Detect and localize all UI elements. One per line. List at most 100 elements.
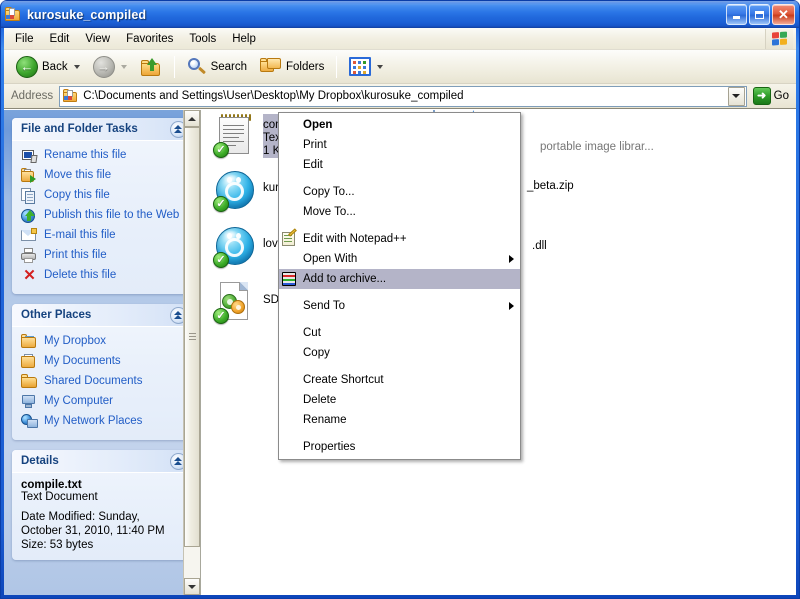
panel-file-and-folder-tasks: File and Folder Tasks Rename this file M… xyxy=(12,118,192,294)
menu-label: Create Shortcut xyxy=(303,374,384,386)
back-arrow-icon: ← xyxy=(16,55,38,78)
publish-globe-icon xyxy=(21,208,38,224)
folders-button[interactable]: Folders xyxy=(254,53,330,80)
file-item-compile-txt[interactable]: com Tex 1 KB xyxy=(213,114,288,160)
menu-file[interactable]: File xyxy=(7,30,42,48)
task-label: E-mail this file xyxy=(44,229,116,241)
context-menu-item-send-to[interactable]: Send To xyxy=(279,296,520,316)
details-body: compile.txt Text Document Date Modified:… xyxy=(12,473,192,560)
menu-help[interactable]: Help xyxy=(224,30,264,48)
scrollbar-track[interactable] xyxy=(184,127,200,578)
views-button[interactable] xyxy=(343,53,389,80)
shared-documents-icon xyxy=(21,374,38,390)
menu-label: Add to archive... xyxy=(303,273,387,285)
context-menu-item-open-with[interactable]: Open With xyxy=(279,249,520,269)
file-item-kuro[interactable]: kuro xyxy=(213,168,285,214)
close-button[interactable]: ✕ xyxy=(772,4,795,25)
forward-button[interactable]: → xyxy=(87,52,133,82)
context-menu-item-add-to-archive[interactable]: Add to archive... xyxy=(279,269,520,289)
search-button[interactable]: Search xyxy=(181,53,253,81)
details-date-modified: Date Modified: Sunday, October 31, 2010,… xyxy=(21,511,165,537)
details-size: Size: 53 bytes xyxy=(21,539,94,551)
task-print-this-file[interactable]: Print this file xyxy=(21,246,184,266)
my-documents-icon xyxy=(21,354,38,370)
panel-body: My Dropbox My Documents Shared Documents… xyxy=(12,327,192,440)
explorer-window: kurosuke_compiled ✕ File Edit View Favor… xyxy=(0,0,800,599)
go-arrow-icon: ➜ xyxy=(752,87,771,105)
text-document-icon xyxy=(213,114,257,160)
go-button[interactable]: ➜ Go xyxy=(747,87,793,105)
up-button[interactable] xyxy=(134,53,168,81)
scroll-up-icon[interactable] xyxy=(184,110,200,127)
place-my-computer[interactable]: My Computer xyxy=(21,392,184,412)
menu-icon-slot xyxy=(279,324,301,342)
views-dropdown-icon[interactable] xyxy=(377,64,384,69)
dropbox-folder-icon xyxy=(21,334,38,350)
address-label: Address xyxy=(11,90,54,102)
copy-pages-icon xyxy=(21,188,38,204)
menu-tools[interactable]: Tools xyxy=(181,30,224,48)
context-menu-item-print[interactable]: Print xyxy=(279,135,520,155)
scroll-down-icon[interactable] xyxy=(184,578,200,595)
menu-label: Open With xyxy=(303,253,358,265)
file-item-sdl[interactable]: SDL xyxy=(213,280,285,326)
task-email-this-file[interactable]: E-mail this file xyxy=(21,226,184,246)
menu-favorites[interactable]: Favorites xyxy=(118,30,181,48)
context-menu-item-edit-with-notepad-plus-plus[interactable]: Edit with Notepad++ xyxy=(279,228,520,249)
details-file-type: Text Document xyxy=(21,491,98,503)
context-menu-item-delete[interactable]: Delete xyxy=(279,390,520,410)
dropbox-synced-icon xyxy=(213,142,229,158)
address-input[interactable]: C:\Documents and Settings\User\Desktop\M… xyxy=(59,85,747,107)
context-menu-item-cut[interactable]: Cut xyxy=(279,323,520,343)
file-item-love[interactable]: love xyxy=(213,224,284,270)
title-bar[interactable]: kurosuke_compiled ✕ xyxy=(1,1,799,28)
panel-header[interactable]: Other Places xyxy=(12,304,192,327)
menu-view[interactable]: View xyxy=(77,30,118,48)
context-menu-item-properties[interactable]: Properties xyxy=(279,437,520,457)
place-label: My Network Places xyxy=(44,415,143,427)
up-folder-icon xyxy=(140,57,162,77)
task-publish-this-file-to-the-web[interactable]: Publish this file to the Web xyxy=(21,206,184,226)
place-my-documents[interactable]: My Documents xyxy=(21,352,184,372)
context-menu-item-edit[interactable]: Edit xyxy=(279,155,520,175)
menu-icon-slot xyxy=(279,371,301,389)
task-label: Delete this file xyxy=(44,269,117,281)
email-envelope-icon xyxy=(21,228,38,244)
menu-edit[interactable]: Edit xyxy=(42,30,78,48)
menu-label: Cut xyxy=(303,327,321,339)
scrollbar-thumb[interactable] xyxy=(184,127,200,547)
context-menu-item-move-to[interactable]: Move To... xyxy=(279,202,520,222)
file-name-partial-dll: .dll xyxy=(532,240,547,252)
task-delete-this-file[interactable]: ✕ Delete this file xyxy=(21,266,184,286)
folder-icon xyxy=(5,7,22,22)
context-menu-item-open[interactable]: Open xyxy=(279,115,520,135)
panel-header[interactable]: File and Folder Tasks xyxy=(12,118,192,141)
task-rename-this-file[interactable]: Rename this file xyxy=(21,146,184,166)
window-title: kurosuke_compiled xyxy=(27,7,147,22)
panel-header[interactable]: Details xyxy=(12,450,192,473)
menu-icon-slot xyxy=(279,250,301,268)
task-move-this-file[interactable]: Move this file xyxy=(21,166,184,186)
back-button[interactable]: ← Back xyxy=(10,52,86,82)
minimize-button[interactable] xyxy=(726,4,747,25)
context-menu-item-copy[interactable]: Copy xyxy=(279,343,520,363)
context-menu[interactable]: Open Print Edit Copy To... Move To... Ed… xyxy=(278,112,521,460)
panel-other-places: Other Places My Dropbox My Documents Sha… xyxy=(12,304,192,440)
chevron-down-icon[interactable] xyxy=(727,86,745,106)
task-pane-scrollbar[interactable] xyxy=(183,110,200,595)
file-list[interactable]: - -. ''' c xyxy=(200,110,796,595)
menu-separator xyxy=(303,366,518,367)
context-menu-item-rename[interactable]: Rename xyxy=(279,410,520,430)
task-copy-this-file[interactable]: Copy this file xyxy=(21,186,184,206)
dropbox-synced-icon xyxy=(213,308,229,324)
place-my-dropbox[interactable]: My Dropbox xyxy=(21,332,184,352)
maximize-button[interactable] xyxy=(749,4,770,25)
back-dropdown-icon[interactable] xyxy=(73,64,80,69)
menu-icon-slot xyxy=(279,116,301,134)
menu-separator xyxy=(303,433,518,434)
place-my-network-places[interactable]: My Network Places xyxy=(21,412,184,432)
context-menu-item-create-shortcut[interactable]: Create Shortcut xyxy=(279,370,520,390)
context-menu-item-copy-to[interactable]: Copy To... xyxy=(279,182,520,202)
task-label: Copy this file xyxy=(44,189,110,201)
place-shared-documents[interactable]: Shared Documents xyxy=(21,372,184,392)
